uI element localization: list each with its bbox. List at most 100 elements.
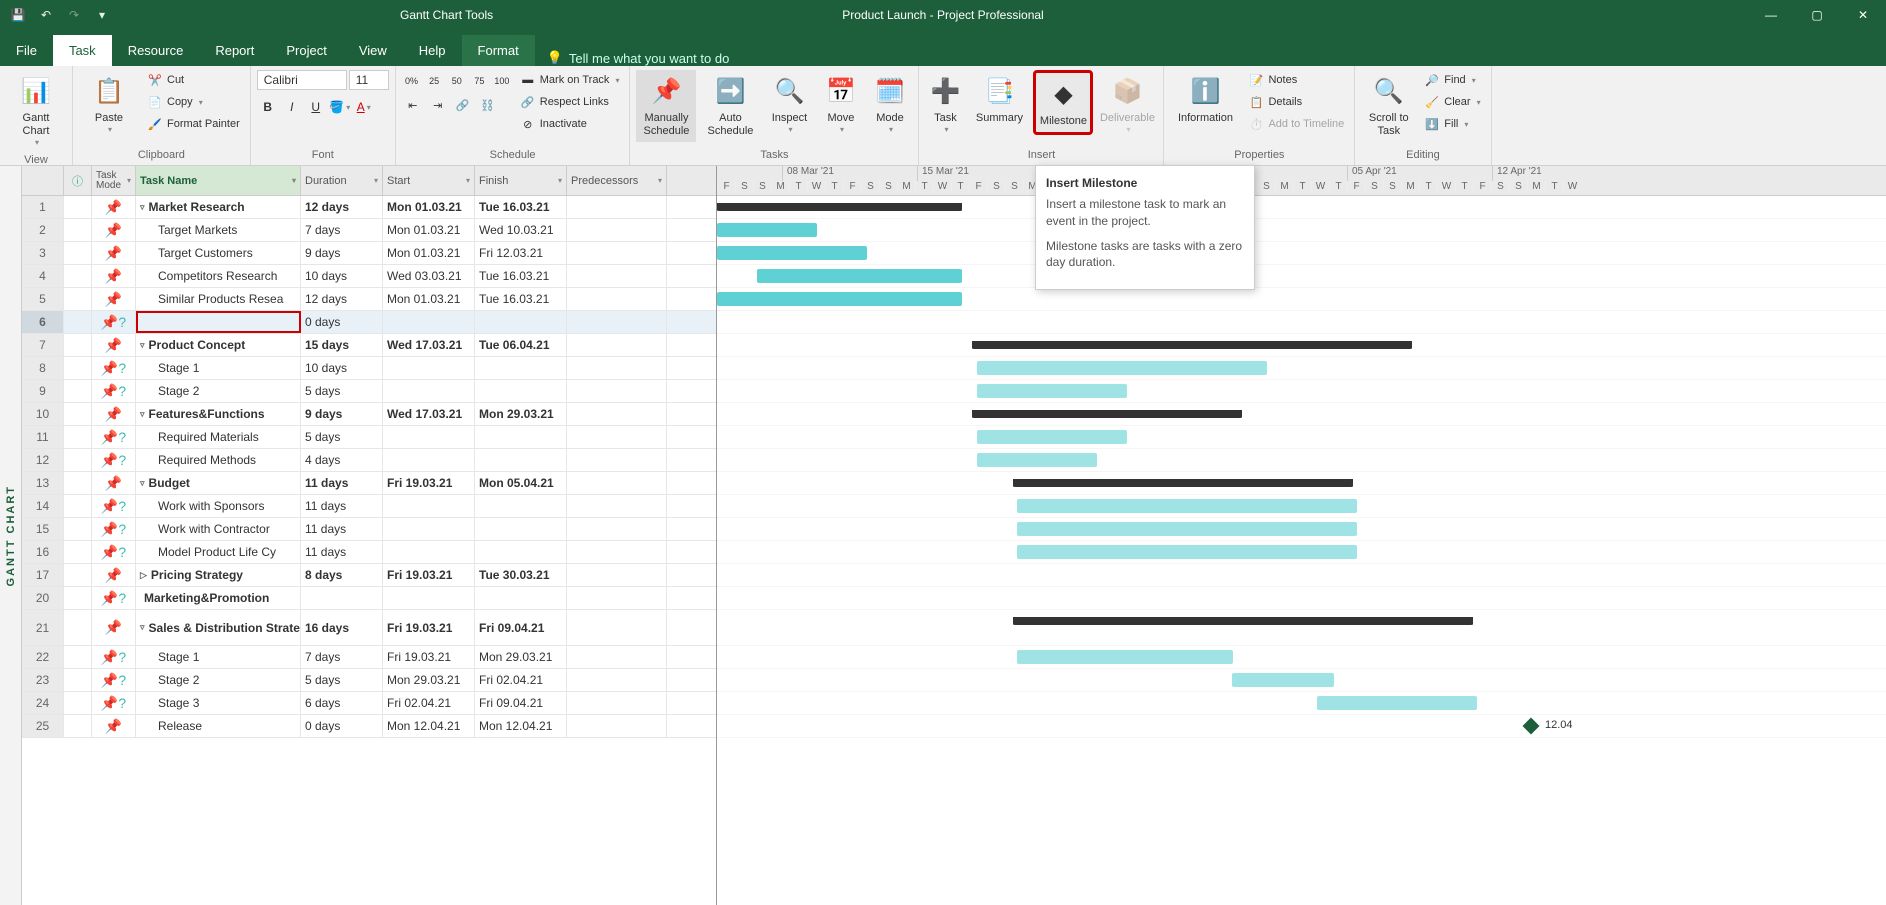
- cell-name[interactable]: Required Methods: [136, 449, 301, 471]
- pct100-button[interactable]: 100: [492, 70, 512, 92]
- cell-duration[interactable]: 9 days: [301, 403, 383, 425]
- scroll-to-task-button[interactable]: 🔍 Scroll to Task: [1361, 70, 1416, 142]
- cell-start[interactable]: [383, 449, 475, 471]
- link-button[interactable]: 🔗: [452, 94, 474, 116]
- gantt-row[interactable]: [717, 495, 1886, 518]
- table-row[interactable]: 12 📌? Required Methods 4 days: [22, 449, 716, 472]
- cell-predecessors[interactable]: [567, 610, 667, 645]
- table-row[interactable]: 21 📌 ▿Sales & Distribution Strategy 16 d…: [22, 610, 716, 646]
- summary-button[interactable]: 📑 Summary: [969, 70, 1029, 129]
- cell-mode[interactable]: 📌: [92, 403, 136, 425]
- outdent-button[interactable]: ⇤: [402, 94, 424, 116]
- cell-predecessors[interactable]: [567, 715, 667, 737]
- cell-mode[interactable]: 📌: [92, 472, 136, 494]
- cell-predecessors[interactable]: [567, 311, 667, 333]
- table-row[interactable]: 15 📌? Work with Contractor 11 days: [22, 518, 716, 541]
- cell-start[interactable]: Fri 19.03.21: [383, 610, 475, 645]
- cell-finish[interactable]: [475, 449, 567, 471]
- row-index[interactable]: 17: [22, 564, 64, 586]
- cell-mode[interactable]: 📌?: [92, 495, 136, 517]
- cell-finish[interactable]: Mon 05.04.21: [475, 472, 567, 494]
- cell-info[interactable]: [64, 426, 92, 448]
- cell-name[interactable]: ▷Pricing Strategy: [136, 564, 301, 586]
- row-index[interactable]: 23: [22, 669, 64, 691]
- cell-duration[interactable]: 6 days: [301, 692, 383, 714]
- cell-duration[interactable]: 16 days: [301, 610, 383, 645]
- cell-start[interactable]: [383, 357, 475, 379]
- add-timeline-button[interactable]: ⏱️Add to Timeline: [1244, 114, 1348, 134]
- table-row[interactable]: 11 📌? Required Materials 5 days: [22, 426, 716, 449]
- cell-start[interactable]: Mon 29.03.21: [383, 669, 475, 691]
- cell-finish[interactable]: Mon 29.03.21: [475, 403, 567, 425]
- tab-report[interactable]: Report: [199, 35, 270, 66]
- cell-info[interactable]: [64, 311, 92, 333]
- cell-duration[interactable]: 7 days: [301, 646, 383, 668]
- deliverable-button[interactable]: 📦 Deliverable▾: [1097, 70, 1157, 139]
- task-bar[interactable]: [717, 223, 817, 237]
- cell-finish[interactable]: [475, 587, 567, 609]
- maximize-icon[interactable]: ▢: [1794, 0, 1840, 30]
- tab-task[interactable]: Task: [53, 35, 112, 66]
- cell-predecessors[interactable]: [567, 495, 667, 517]
- cell-name[interactable]: Stage 2: [136, 669, 301, 691]
- cell-finish[interactable]: Tue 16.03.21: [475, 288, 567, 310]
- row-index[interactable]: 16: [22, 541, 64, 563]
- cell-predecessors[interactable]: [567, 265, 667, 287]
- cell-name[interactable]: ▿Features&Functions: [136, 403, 301, 425]
- cell-start[interactable]: [383, 426, 475, 448]
- cell-finish[interactable]: Mon 29.03.21: [475, 646, 567, 668]
- cell-info[interactable]: [64, 564, 92, 586]
- col-task-name[interactable]: Task Name▾: [136, 166, 301, 195]
- cell-mode[interactable]: 📌?: [92, 692, 136, 714]
- cell-name[interactable]: Stage 2: [136, 380, 301, 402]
- cell-info[interactable]: [64, 669, 92, 691]
- cell-start[interactable]: Mon 01.03.21: [383, 196, 475, 218]
- row-index[interactable]: 9: [22, 380, 64, 402]
- table-row[interactable]: 6 📌? 0 days: [22, 311, 716, 334]
- table-row[interactable]: 1 📌 ▿Market Research 12 days Mon 01.03.2…: [22, 196, 716, 219]
- cell-duration[interactable]: 11 days: [301, 472, 383, 494]
- cell-mode[interactable]: 📌: [92, 288, 136, 310]
- pct0-button[interactable]: 0%: [402, 70, 422, 92]
- cell-predecessors[interactable]: [567, 334, 667, 356]
- cell-name[interactable]: Target Customers: [136, 242, 301, 264]
- cell-start[interactable]: Wed 03.03.21: [383, 265, 475, 287]
- tab-format[interactable]: Format: [462, 35, 535, 66]
- col-info[interactable]: ⓘ: [64, 166, 92, 195]
- row-index[interactable]: 3: [22, 242, 64, 264]
- cell-predecessors[interactable]: [567, 380, 667, 402]
- cell-duration[interactable]: 11 days: [301, 518, 383, 540]
- gantt-row[interactable]: [717, 403, 1886, 426]
- cell-duration[interactable]: 10 days: [301, 357, 383, 379]
- cell-mode[interactable]: 📌: [92, 610, 136, 645]
- minimize-icon[interactable]: ―: [1748, 0, 1794, 30]
- row-index[interactable]: 4: [22, 265, 64, 287]
- gantt-row[interactable]: [717, 426, 1886, 449]
- gantt-row[interactable]: [717, 242, 1886, 265]
- cell-predecessors[interactable]: [567, 564, 667, 586]
- table-row[interactable]: 3 📌 Target Customers 9 days Mon 01.03.21…: [22, 242, 716, 265]
- gantt-row[interactable]: [717, 219, 1886, 242]
- row-index[interactable]: 21: [22, 610, 64, 645]
- table-row[interactable]: 25 📌 Release 0 days Mon 12.04.21 Mon 12.…: [22, 715, 716, 738]
- cell-duration[interactable]: 12 days: [301, 288, 383, 310]
- cell-info[interactable]: [64, 196, 92, 218]
- task-bar[interactable]: [1017, 499, 1357, 513]
- cell-finish[interactable]: [475, 357, 567, 379]
- manually-schedule-button[interactable]: 📌 Manually Schedule: [636, 70, 696, 142]
- cell-duration[interactable]: 7 days: [301, 219, 383, 241]
- cell-predecessors[interactable]: [567, 288, 667, 310]
- cell-name[interactable]: Marketing&Promotion: [136, 587, 301, 609]
- tab-file[interactable]: File: [0, 35, 53, 66]
- gantt-row[interactable]: [717, 380, 1886, 403]
- cell-start[interactable]: [383, 541, 475, 563]
- cell-finish[interactable]: [475, 380, 567, 402]
- summary-bar[interactable]: [972, 341, 1412, 349]
- tab-project[interactable]: Project: [270, 35, 342, 66]
- gantt-row[interactable]: [717, 357, 1886, 380]
- cell-finish[interactable]: [475, 426, 567, 448]
- cell-name[interactable]: Required Materials: [136, 426, 301, 448]
- cell-predecessors[interactable]: [567, 426, 667, 448]
- task-bar[interactable]: [1017, 650, 1233, 664]
- cell-predecessors[interactable]: [567, 196, 667, 218]
